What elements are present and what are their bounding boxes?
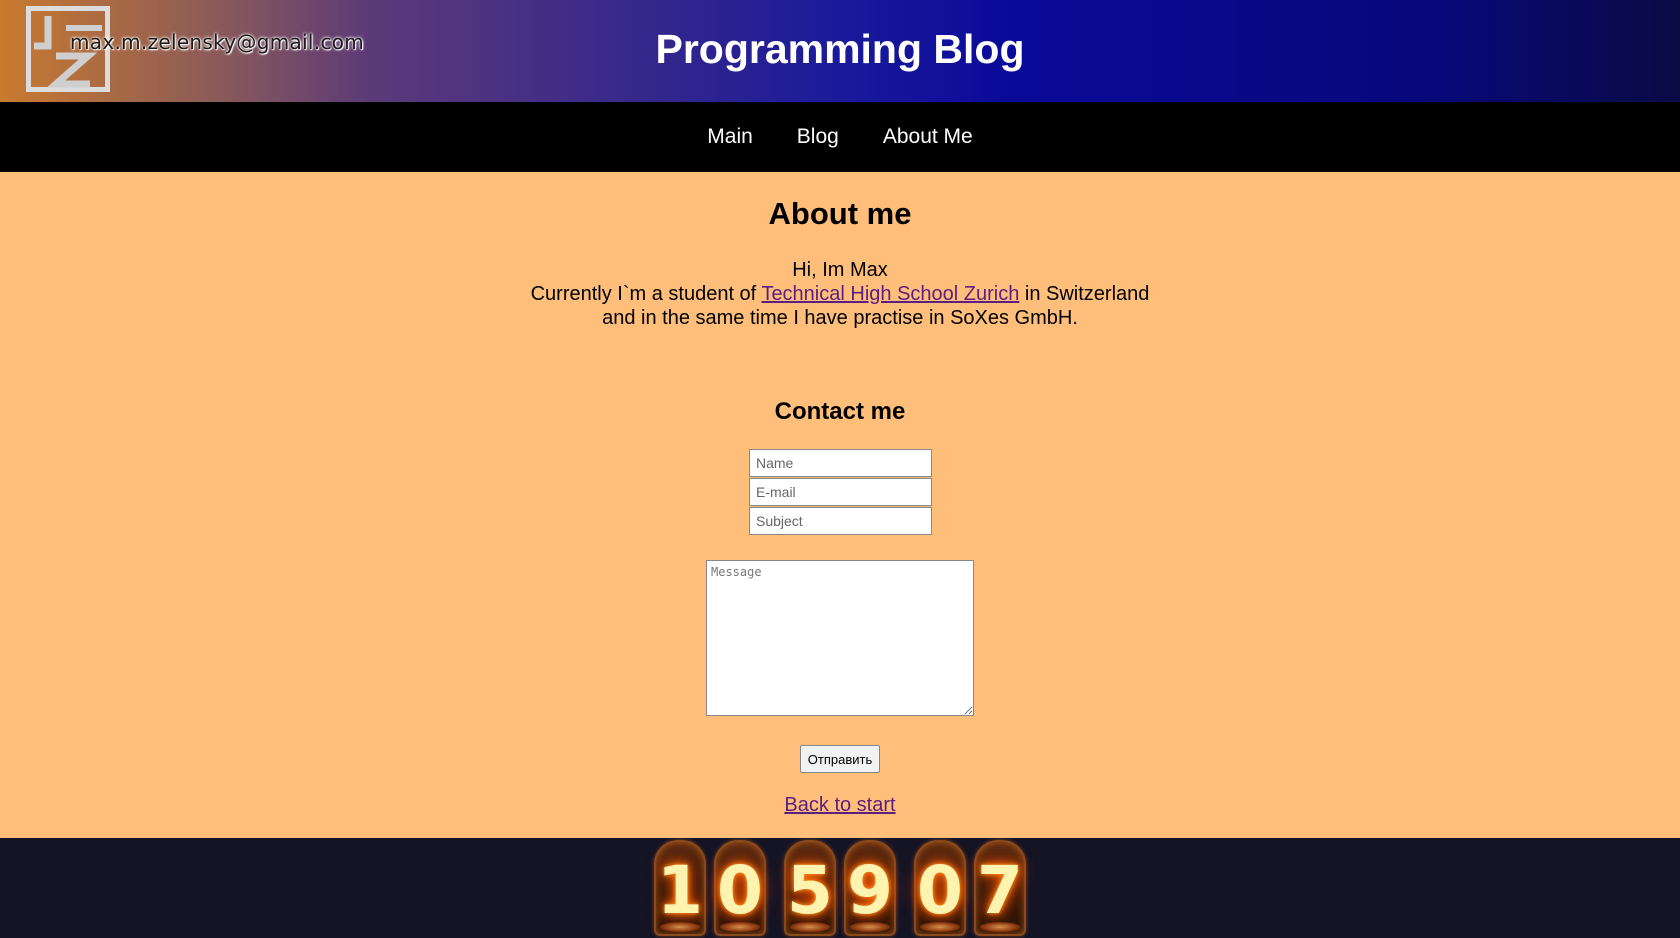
counter-tube: 7 [974,840,1026,936]
nav-item-about-me[interactable]: About Me [883,125,973,149]
main-nav: Main Blog About Me [0,102,1680,172]
counter-digit: 0 [717,852,763,929]
counter-digit: 7 [977,852,1023,929]
site-footer: 1 0 5 9 0 7 [0,838,1680,938]
submit-button[interactable]: Отправить [800,745,880,773]
counter-tube: 9 [844,840,896,936]
back-to-start-link[interactable]: Back to start [784,794,895,816]
subject-input[interactable] [749,507,932,535]
counter-digit: 0 [917,852,963,929]
message-textarea[interactable] [706,560,974,716]
about-line-2: Currently I`m a student of Technical Hig… [0,282,1680,306]
about-line-3: and in the same time I have practise in … [602,307,1078,329]
counter-digit: 5 [787,852,833,929]
tube-base [850,922,890,932]
name-input[interactable] [749,449,932,477]
tube-base [920,922,960,932]
counter-digit: 9 [847,852,893,929]
nav-item-main[interactable]: Main [707,125,753,149]
counter-tube: 0 [714,840,766,936]
about-line-2-after: in Switzerland [1019,283,1150,305]
counter-digit: 1 [657,852,703,929]
about-text: Hi, Im Max Currently I`m a student of Te… [0,258,1680,330]
about-line-2-before: Currently I`m a student of [530,283,762,305]
email-input[interactable] [749,478,932,506]
counter-tube: 5 [784,840,836,936]
site-header: max.m.zelensky@gmail.com Programming Blo… [0,0,1680,102]
tube-base [790,922,830,932]
main-content: About me Hi, Im Max Currently I`m a stud… [0,172,1680,838]
back-link-container: Back to start [0,794,1680,817]
tube-base [980,922,1020,932]
about-greeting: Hi, Im Max [792,259,888,281]
school-link[interactable]: Technical High School Zurich [761,283,1019,305]
tube-base [720,922,760,932]
tube-base [660,922,700,932]
site-title: Programming Blog [655,26,1025,72]
counter-tube: 1 [654,840,706,936]
about-title: About me [768,196,912,231]
counter-tube: 0 [914,840,966,936]
nav-item-blog[interactable]: Blog [797,125,839,149]
contact-title: Contact me [774,398,906,425]
